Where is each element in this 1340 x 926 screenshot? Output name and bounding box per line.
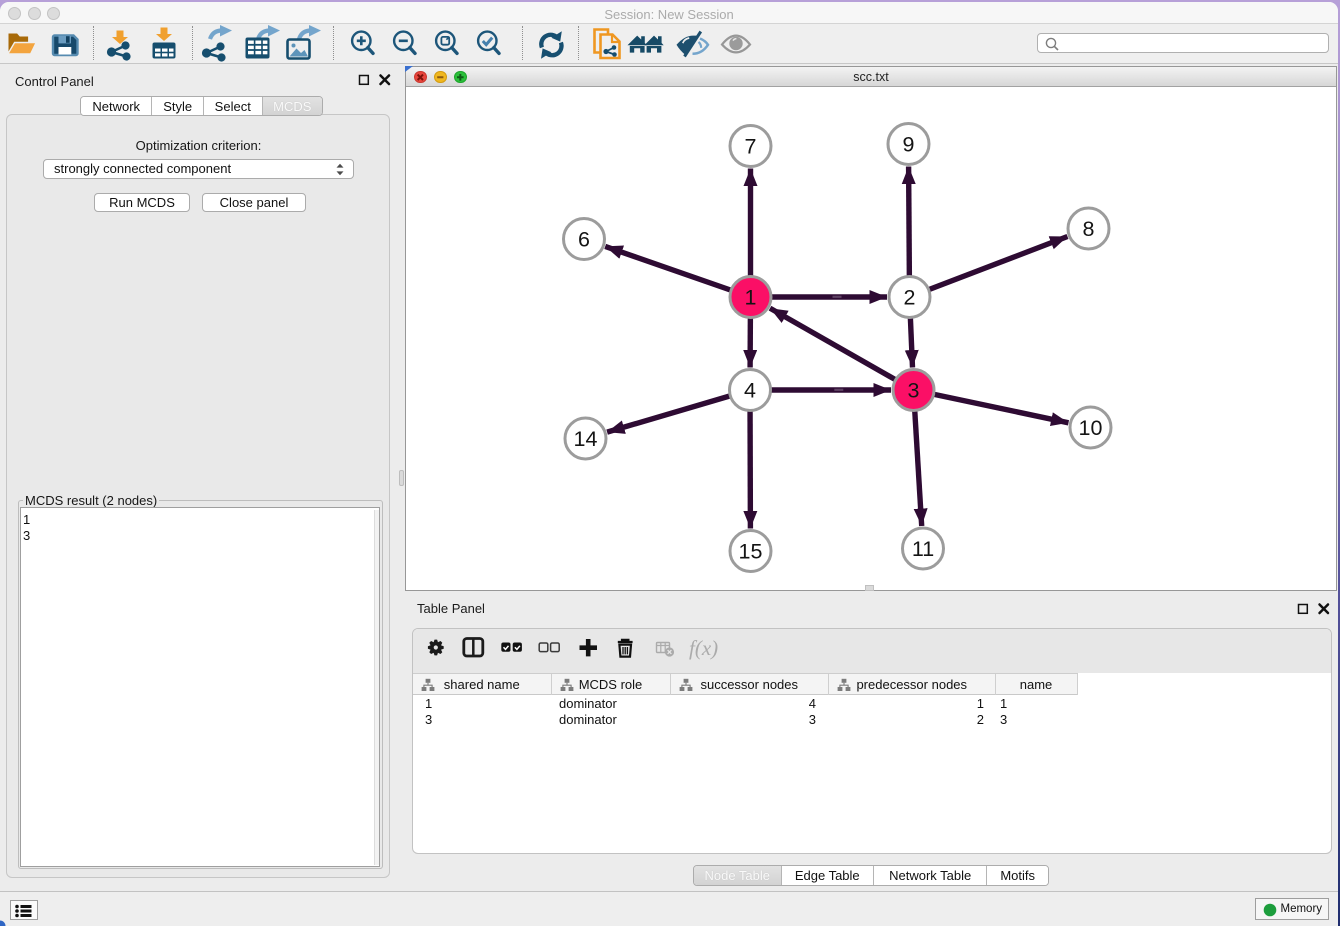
svg-text:11: 11 <box>912 537 934 561</box>
svg-text:10: 10 <box>1079 416 1103 440</box>
svg-text:8: 8 <box>1083 217 1095 241</box>
svg-text:15: 15 <box>739 540 763 564</box>
svg-text:2: 2 <box>904 286 916 310</box>
svg-text:14: 14 <box>574 427 598 451</box>
svg-text:9: 9 <box>903 133 915 157</box>
svg-text:1: 1 <box>745 286 757 310</box>
svg-text:f(x): f(x) <box>689 636 718 660</box>
svg-text:6: 6 <box>578 228 590 252</box>
svg-text:4: 4 <box>744 379 756 403</box>
svg-text:3: 3 <box>908 379 920 403</box>
svg-text:7: 7 <box>745 135 757 159</box>
